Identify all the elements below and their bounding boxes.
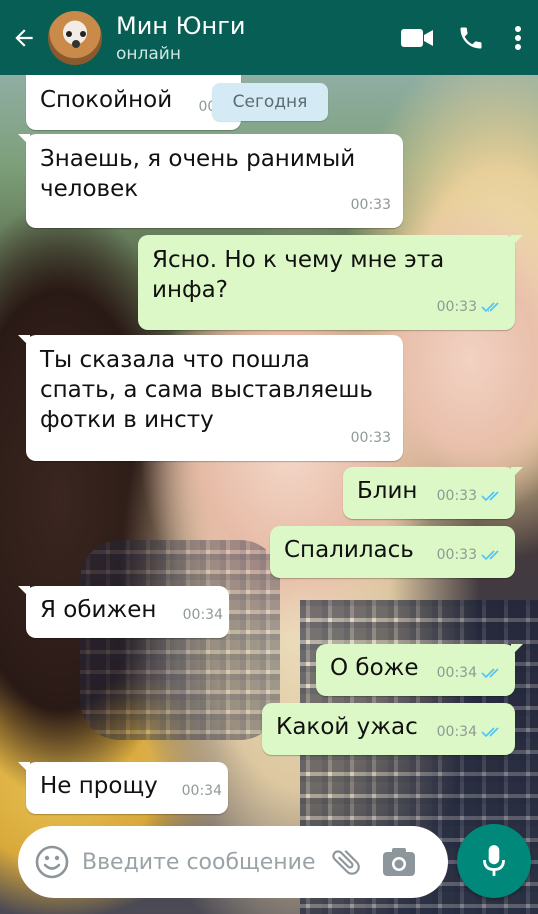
message-incoming[interactable]: Знаешь, я очень ранимый человек 00:33 <box>18 134 403 228</box>
contact-info[interactable]: Мин Юнги онлайн <box>116 12 245 64</box>
message-time: 00:34 <box>181 783 222 799</box>
message-incoming[interactable]: Спокойной 00: <box>26 75 241 130</box>
message-time: 00:34 <box>437 717 503 747</box>
message-outgoing[interactable]: Какой ужас 00:34 <box>262 703 515 755</box>
avatar[interactable] <box>48 10 102 65</box>
arrow-left-icon <box>15 28 33 47</box>
message-outgoing[interactable]: О боже 00:34 <box>316 644 523 696</box>
camera-icon <box>383 848 415 876</box>
more-vert-icon <box>515 25 521 50</box>
message-time: 00:33 <box>437 481 503 511</box>
message-incoming[interactable]: Я обижен 00:34 <box>18 586 229 638</box>
back-button[interactable] <box>2 0 46 75</box>
video-call-button[interactable] <box>390 8 444 68</box>
message-text: Знаешь, я очень ранимый человек <box>40 146 356 202</box>
message-time: 00:33 <box>437 292 503 322</box>
read-ticks-icon <box>481 491 499 502</box>
message-time: 00:33 <box>437 540 503 570</box>
message-outgoing[interactable]: Ясно. Но к чему мне эта инфа? 00:33 <box>138 235 523 330</box>
phone-icon <box>460 27 482 48</box>
read-ticks-icon <box>481 550 499 561</box>
message-text: Ты сказала что пошла спать, а сама выста… <box>40 347 373 433</box>
message-time: 00:33 <box>350 197 391 213</box>
message-outgoing[interactable]: Спалилась 00:33 <box>270 526 515 578</box>
message-time: 00:34 <box>437 658 503 688</box>
contact-name: Мин Юнги <box>116 11 246 40</box>
message-time: 00:33 <box>350 430 391 446</box>
message-incoming[interactable]: Не прощу 00:34 <box>18 762 228 814</box>
microphone-icon <box>483 845 505 876</box>
message-time: 00:34 <box>182 607 223 623</box>
message-text: Блин <box>357 478 418 504</box>
microphone-button[interactable] <box>457 824 531 898</box>
emoji-button[interactable] <box>22 826 82 898</box>
read-ticks-icon <box>481 302 499 313</box>
read-ticks-icon <box>481 668 499 679</box>
read-ticks-icon <box>481 727 499 738</box>
message-text: Не прощу <box>40 773 158 799</box>
chat-header: Мин Юнги онлайн <box>0 0 538 75</box>
menu-button[interactable] <box>498 8 538 68</box>
paperclip-icon <box>332 849 360 875</box>
message-text: Ясно. Но к чему мне эта инфа? <box>152 247 445 303</box>
message-input[interactable] <box>82 842 332 882</box>
message-incoming[interactable]: Ты сказала что пошла спать, а сама выста… <box>18 335 403 461</box>
date-divider: Сегодня <box>212 83 328 121</box>
contact-status: онлайн <box>116 43 181 64</box>
message-list[interactable]: Спокойной 00: Сегодня Знаешь, я очень ра… <box>0 75 538 820</box>
video-call-icon <box>401 28 433 47</box>
attach-button[interactable] <box>326 826 366 898</box>
message-composer <box>18 826 448 898</box>
message-text: Спалилась <box>284 537 414 563</box>
emoji-icon <box>35 845 69 879</box>
message-text: Какой ужас <box>276 714 418 740</box>
message-text: О боже <box>330 655 419 681</box>
voice-call-button[interactable] <box>444 8 498 68</box>
camera-button[interactable] <box>372 826 426 898</box>
message-text: Спокойной <box>40 87 173 113</box>
message-text: Я обижен <box>40 597 157 623</box>
message-outgoing[interactable]: Блин 00:33 <box>343 467 523 519</box>
header-actions <box>390 8 538 68</box>
